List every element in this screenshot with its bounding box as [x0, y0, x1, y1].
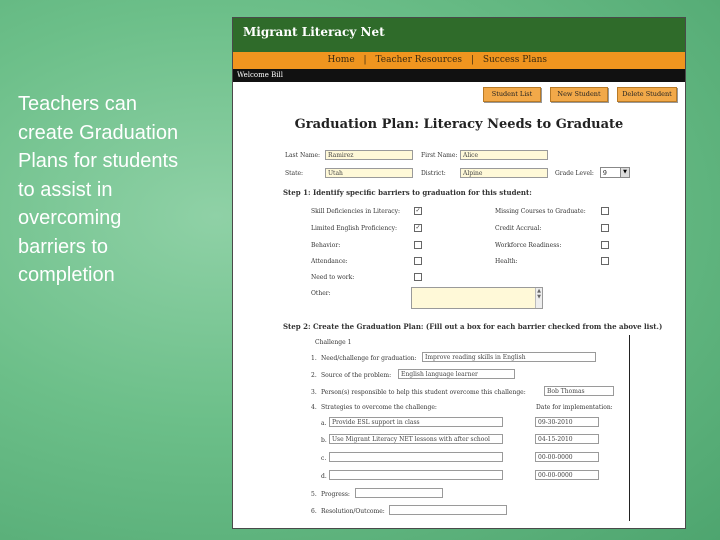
need-label: Need/challenge for graduation:: [321, 355, 417, 362]
strategy-field[interactable]: Provide ESL support in class: [329, 417, 503, 427]
barrier-checkbox[interactable]: [414, 257, 422, 265]
challenge-heading: Challenge 1: [315, 339, 352, 346]
barrier-checkbox[interactable]: ✓: [414, 224, 422, 232]
source-field[interactable]: English language learner: [398, 369, 515, 379]
top-nav: Home | Teacher Resources | Success Plans: [233, 52, 685, 69]
barrier-label: Missing Courses to Graduate:: [495, 208, 586, 215]
nav-separator: |: [470, 55, 474, 65]
new-student-button[interactable]: New Student: [550, 87, 608, 102]
resolution-field[interactable]: [389, 505, 507, 515]
resolution-label: Resolution/Outcome:: [321, 508, 385, 515]
slide-caption: Teachers can create Graduation Plans for…: [18, 93, 179, 286]
page-title: Graduation Plan: Literacy Needs to Gradu…: [294, 117, 624, 132]
strategy-field[interactable]: [329, 470, 503, 480]
barrier-checkbox[interactable]: [414, 241, 422, 249]
strategy-date-field[interactable]: 09-30-2010: [535, 417, 599, 427]
strategy-letter: d.: [321, 473, 327, 480]
progress-field[interactable]: [355, 488, 443, 498]
state-field[interactable]: Utah: [325, 168, 413, 178]
source-label: Source of the problem:: [321, 372, 392, 379]
question-number: 1.: [311, 355, 317, 362]
other-label: Other:: [311, 290, 331, 297]
question-number: 6.: [311, 508, 317, 515]
barrier-label: Need to work:: [311, 274, 355, 281]
strategy-letter: b.: [321, 437, 327, 444]
barrier-label: Skill Deficiencies in Literacy:: [311, 208, 401, 215]
barrier-label: Attendance:: [311, 258, 348, 265]
barrier-label: Workforce Readiness:: [495, 242, 562, 249]
responsible-label: Person(s) responsible to help this stude…: [321, 389, 526, 396]
nav-home[interactable]: Home: [328, 55, 355, 65]
student-list-button[interactable]: Student List: [483, 87, 541, 102]
step2-heading: Step 2: Create the Graduation Plan: (Fil…: [283, 322, 663, 331]
question-number: 5.: [311, 491, 317, 498]
chevron-down-icon[interactable]: ▼: [620, 168, 629, 177]
textarea-scrollbar[interactable]: ▲ ▼: [535, 288, 542, 308]
grade-level-label: Grade Level:: [555, 170, 594, 177]
district-field[interactable]: Alpine: [460, 168, 548, 178]
strategy-date-field[interactable]: 00-00-0000: [535, 470, 599, 480]
barrier-checkbox[interactable]: [601, 241, 609, 249]
strategy-date-field[interactable]: 04-15-2010: [535, 434, 599, 444]
barrier-label: Behavior:: [311, 242, 341, 249]
nav-separator: |: [363, 55, 367, 65]
other-textarea[interactable]: ▲ ▼: [411, 287, 543, 309]
question-number: 2.: [311, 372, 317, 379]
nav-teacher-resources[interactable]: Teacher Resources: [375, 55, 462, 65]
strategies-label: Strategies to overcome the challenge:: [321, 404, 437, 411]
barrier-checkbox[interactable]: [601, 257, 609, 265]
barrier-label: Health:: [495, 258, 518, 265]
grade-level-select[interactable]: 9 ▼: [600, 167, 630, 178]
first-name-label: First Name:: [421, 152, 458, 159]
strategy-field[interactable]: Use Migrant Literacy NET lessons with af…: [329, 434, 503, 444]
progress-label: Progress:: [321, 491, 350, 498]
barrier-checkbox[interactable]: [414, 273, 422, 281]
strategy-date-field[interactable]: 00-00-0000: [535, 452, 599, 462]
nav-success-plans[interactable]: Success Plans: [483, 55, 547, 65]
last-name-label: Last Name:: [285, 152, 321, 159]
question-number: 4.: [311, 404, 317, 411]
first-name-field[interactable]: Alice: [460, 150, 548, 160]
last-name-field[interactable]: Ramirez: [325, 150, 413, 160]
app-screenshot: Migrant Literacy Net Home | Teacher Reso…: [232, 17, 686, 529]
barrier-label: Credit Accrual:: [495, 225, 542, 232]
app-header: Migrant Literacy Net: [233, 18, 685, 52]
dates-label: Date for implementation:: [536, 404, 613, 411]
strategy-field[interactable]: [329, 452, 503, 462]
state-label: State:: [285, 170, 304, 177]
section-divider: [629, 335, 630, 521]
strategy-letter: c.: [321, 455, 327, 462]
need-field[interactable]: Improve reading skills in English: [422, 352, 596, 362]
step1-heading: Step 1: Identify specific barriers to gr…: [283, 188, 532, 197]
question-number: 3.: [311, 389, 317, 396]
strategy-letter: a.: [321, 420, 327, 427]
district-label: District:: [421, 170, 446, 177]
barrier-checkbox[interactable]: ✓: [414, 207, 422, 215]
responsible-field[interactable]: Bob Thomas: [544, 386, 614, 396]
welcome-bar: Welcome Bill: [233, 69, 685, 82]
grade-level-value: 9: [603, 170, 607, 177]
delete-student-button[interactable]: Delete Student: [617, 87, 677, 102]
barrier-checkbox[interactable]: [601, 224, 609, 232]
barrier-label: Limited English Proficiency:: [311, 225, 397, 232]
barrier-checkbox[interactable]: [601, 207, 609, 215]
